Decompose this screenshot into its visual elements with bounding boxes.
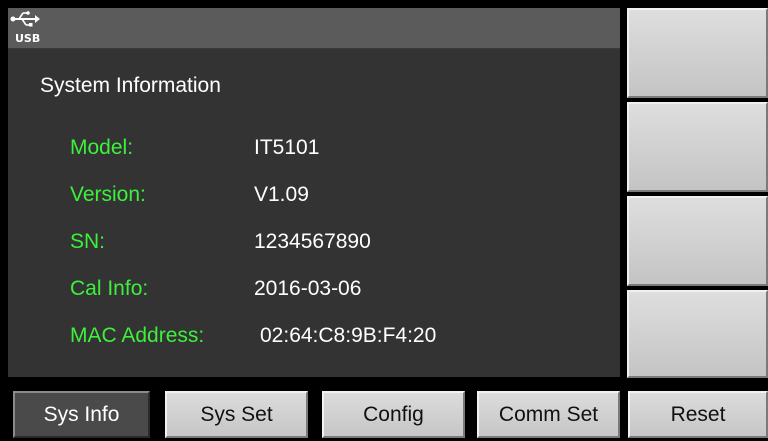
status-bar: USB bbox=[8, 8, 620, 49]
tab-config[interactable]: Config bbox=[322, 391, 465, 438]
cal-info-value: 2016-03-06 bbox=[254, 277, 362, 300]
cal-info-label: Cal Info: bbox=[70, 277, 149, 300]
tab-bar: Sys Info Sys Set Config Comm Set Reset bbox=[0, 385, 768, 441]
usb-label: USB bbox=[15, 32, 41, 45]
model-label: Model: bbox=[70, 136, 134, 159]
tab-comm-set[interactable]: Comm Set bbox=[477, 391, 620, 438]
version-label: Version: bbox=[70, 183, 146, 206]
sn-label: SN: bbox=[70, 230, 106, 253]
sn-value: 1234567890 bbox=[254, 230, 371, 253]
usb-icon: USB bbox=[10, 10, 46, 46]
tab-sys-info[interactable]: Sys Info bbox=[13, 391, 150, 438]
mac-address-label: MAC Address: bbox=[70, 324, 205, 347]
softkey-4[interactable] bbox=[627, 290, 768, 378]
mac-address-value: 02:64:C8:9B:F4:20 bbox=[260, 324, 437, 347]
model-value: IT5101 bbox=[254, 136, 320, 159]
softkey-3[interactable] bbox=[627, 196, 768, 286]
softkey-1[interactable] bbox=[627, 8, 768, 98]
version-value: V1.09 bbox=[254, 183, 309, 206]
page-title: System Information bbox=[40, 74, 221, 97]
system-information-panel: System Information Model: IT5101 Version… bbox=[8, 49, 620, 377]
softkey-2[interactable] bbox=[627, 102, 768, 192]
tab-sys-set[interactable]: Sys Set bbox=[165, 391, 308, 438]
tab-reset[interactable]: Reset bbox=[628, 391, 768, 438]
